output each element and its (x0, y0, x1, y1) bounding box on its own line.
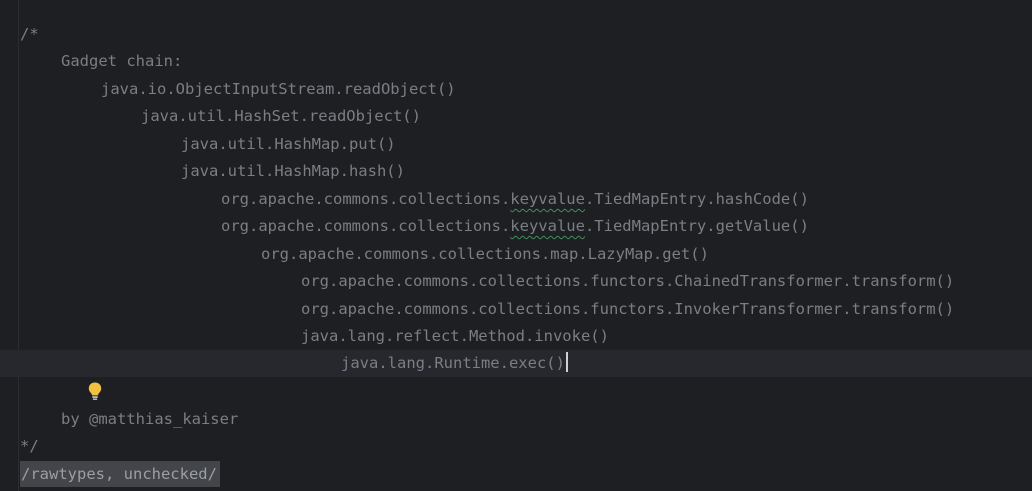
chain-step-suffix: .TiedMapEntry.getValue() (584, 217, 809, 235)
code-line[interactable]: by @matthias_kaiser (0, 406, 1032, 433)
code-editor[interactable]: /* Gadget chain: java.io.ObjectInputStre… (0, 0, 1032, 491)
lightbulb-icon[interactable] (30, 354, 102, 400)
chain-step: org.apache.commons.collections.functors.… (301, 300, 955, 318)
code-line[interactable]: org.apache.commons.collections.keyvalue.… (0, 186, 1032, 213)
code-line[interactable]: java.io.ObjectInputStream.readObject() (0, 76, 1032, 103)
code-line[interactable]: org.apache.commons.collections.map.LazyM… (0, 241, 1032, 268)
chain-step-prefix: org.apache.commons.collections. (221, 190, 511, 208)
current-code-line[interactable]: java.lang.Runtime.exec() (0, 350, 1032, 400)
code-line[interactable]: java.util.HashMap.hash() (0, 158, 1032, 185)
suppress-warnings-fold[interactable]: /rawtypes, unchecked/ (20, 461, 220, 487)
chain-step: java.util.HashMap.put() (181, 135, 396, 153)
code-line[interactable]: org.apache.commons.collections.functors.… (0, 268, 1032, 295)
typo-warning-word[interactable]: keyvalue (510, 190, 585, 208)
chain-step: org.apache.commons.collections.functors.… (301, 272, 955, 290)
code-line[interactable]: java.lang.reflect.Method.invoke() (0, 323, 1032, 350)
comment-open: /* (20, 25, 39, 43)
code-line[interactable]: */ (0, 433, 1032, 460)
chain-step: org.apache.commons.collections.map.LazyM… (261, 245, 709, 263)
comment-header: Gadget chain: (61, 52, 183, 70)
comment-close: */ (20, 437, 39, 455)
chain-step: java.io.ObjectInputStream.readObject() (101, 80, 456, 98)
chain-step: org.apache.commons.collections.keyvalue.… (221, 213, 809, 240)
typo-warning-word[interactable]: keyvalue (510, 217, 585, 235)
code-line[interactable]: org.apache.commons.collections.functors.… (0, 296, 1032, 323)
chain-step: java.lang.reflect.Method.invoke() (301, 327, 609, 345)
chain-step: java.util.HashSet.readObject() (141, 107, 421, 125)
text-caret (565, 352, 568, 372)
code-line[interactable]: java.util.HashMap.put() (0, 131, 1032, 158)
chain-step-text: java.lang.Runtime.exec() (341, 354, 565, 372)
code-line[interactable]: /* (0, 21, 1032, 48)
code-line[interactable]: java.util.HashSet.readObject() (0, 103, 1032, 130)
chain-step-suffix: .TiedMapEntry.hashCode() (584, 190, 809, 208)
chain-step: org.apache.commons.collections.keyvalue.… (221, 186, 809, 213)
chain-step: java.lang.Runtime.exec() (341, 350, 568, 377)
code-line[interactable]: org.apache.commons.collections.keyvalue.… (0, 213, 1032, 240)
chain-step-prefix: org.apache.commons.collections. (221, 217, 511, 235)
code-line[interactable]: Gadget chain: (0, 48, 1032, 75)
chain-step: java.util.HashMap.hash() (181, 162, 405, 180)
comment-author: by @matthias_kaiser (61, 410, 239, 428)
